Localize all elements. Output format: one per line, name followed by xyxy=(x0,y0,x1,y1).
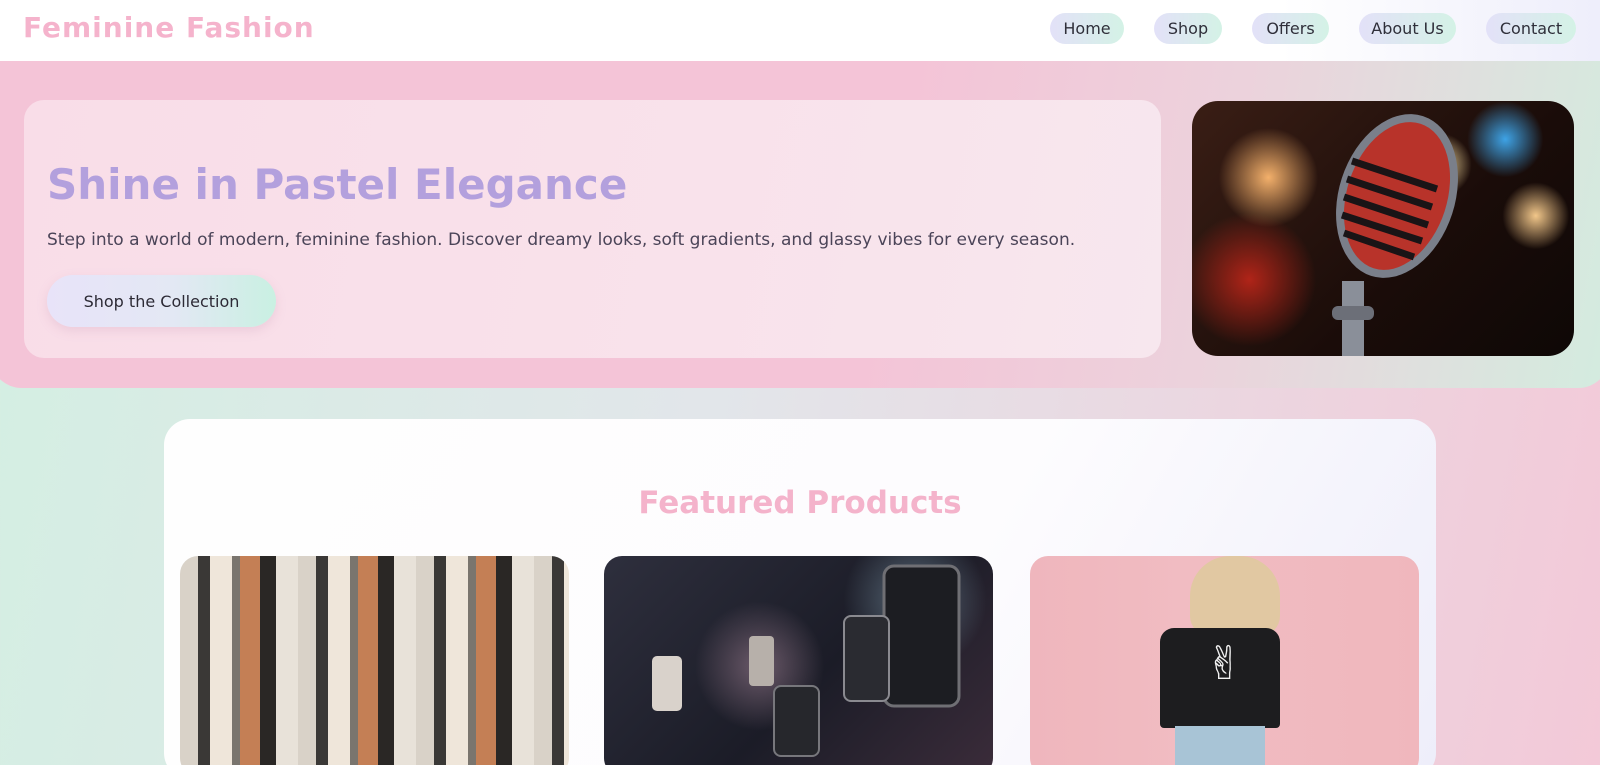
microphone-image xyxy=(1192,101,1574,356)
nav-shop[interactable]: Shop xyxy=(1154,13,1222,44)
featured-products-title: Featured Products xyxy=(638,485,962,521)
product-card-woman-tshirt[interactable]: ✌ xyxy=(1030,556,1419,765)
jeans-shape xyxy=(1175,726,1265,765)
nav-offers[interactable]: Offers xyxy=(1252,13,1329,44)
shop-collection-button[interactable]: Shop the Collection xyxy=(47,275,276,327)
nav-about-us[interactable]: About Us xyxy=(1359,13,1456,44)
nav-home[interactable]: Home xyxy=(1050,13,1124,44)
nav-contact[interactable]: Contact xyxy=(1486,13,1576,44)
hero-subtitle: Step into a world of modern, feminine fa… xyxy=(47,230,1076,250)
skeleton-hand-icon: ✌ xyxy=(1205,636,1244,690)
hair-shape xyxy=(1190,556,1280,636)
hero-title: Shine in Pastel Elegance xyxy=(47,160,628,209)
brand-logo[interactable]: Feminine Fashion xyxy=(23,11,315,44)
product-card-concert-phones[interactable] xyxy=(604,556,993,765)
product-card-clothing-rack[interactable] xyxy=(180,556,569,765)
top-navigation-bar: Feminine Fashion Home Shop Offers About … xyxy=(0,0,1600,61)
